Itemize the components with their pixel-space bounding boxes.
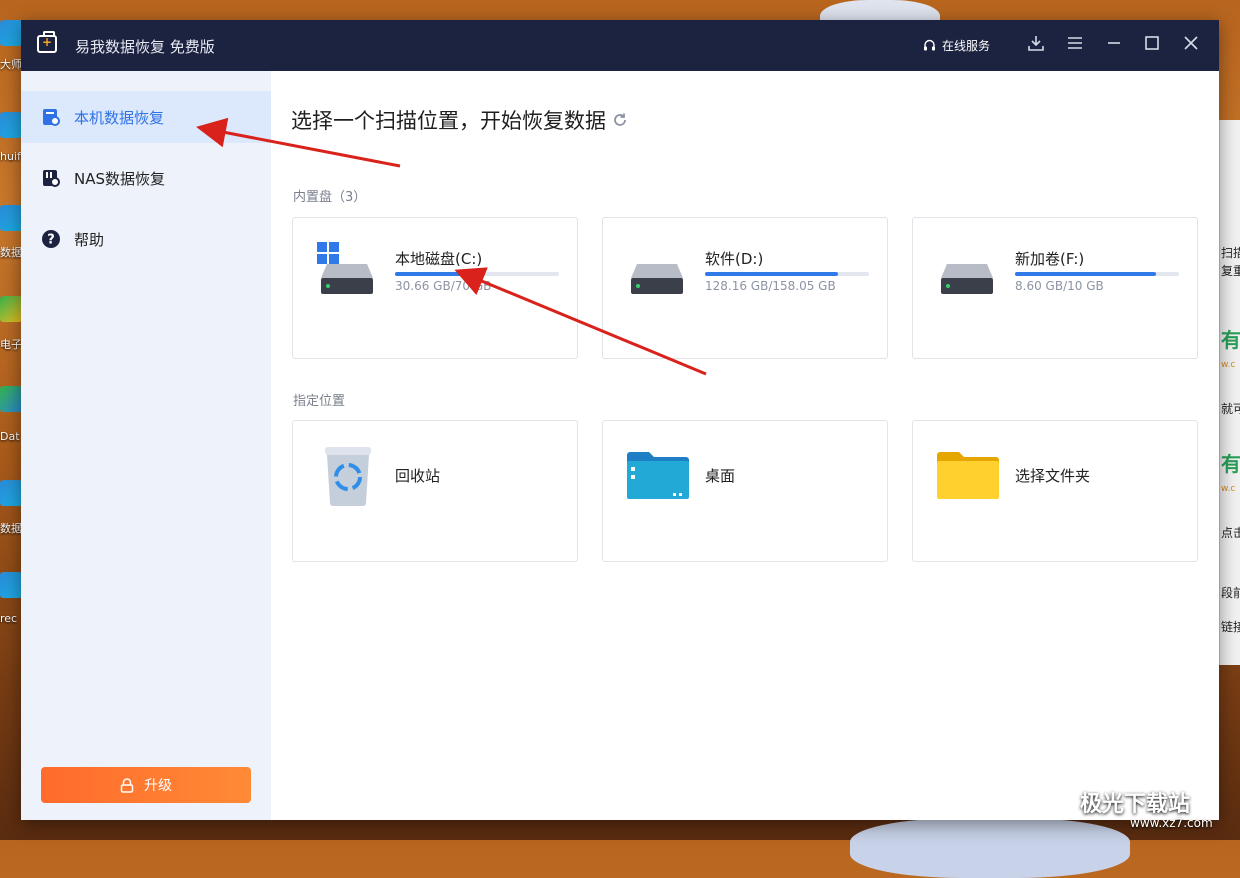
page-title: 选择一个扫描位置，开始恢复数据 — [291, 105, 628, 135]
desktop-app-icon[interactable] — [0, 572, 22, 598]
background-logo-glyph: 有 — [1221, 328, 1240, 352]
sidebar-item-help[interactable]: ? 帮助 — [21, 213, 271, 265]
main-content: 选择一个扫描位置，开始恢复数据 内置盘（3） 本地磁盘(C:) 30.66 GB… — [271, 71, 1219, 820]
desktop-icon-label: rec — [0, 612, 18, 625]
location-name: 桌面 — [705, 467, 736, 485]
hard-drive-icon — [941, 264, 993, 294]
background-text: 链接 — [1221, 620, 1240, 634]
location-name: 回收站 — [395, 467, 441, 485]
background-text: 复重 — [1221, 264, 1240, 278]
desktop-icon-label: 数据 专业 — [0, 246, 22, 259]
desktop-app-icon[interactable] — [0, 480, 22, 506]
sidebar-item-label: 本机数据恢复 — [74, 108, 165, 127]
app-logo-icon — [37, 31, 57, 53]
hard-drive-icon — [631, 264, 683, 294]
menu-icon[interactable] — [1064, 34, 1086, 56]
svg-text:?: ? — [47, 233, 55, 248]
desktop-icon-label: 大师 恢复软 — [0, 58, 22, 71]
windows-icon — [317, 242, 339, 264]
drive-usage-fill — [1015, 272, 1157, 276]
desktop-icon-label: Dat — [0, 430, 20, 443]
drive-usage-bar — [395, 272, 559, 276]
desktop-icons-column: 大师 恢复软 huifu 数据 专业 电子 恢复 Dat 数据 rec — [0, 0, 22, 840]
background-window-fragment: 扫描 复重 有 w.c 就可 有 w.c 点击 段前 链接 — [1219, 120, 1240, 665]
desktop-app-icon[interactable] — [0, 20, 22, 46]
background-text: 段前 — [1221, 586, 1240, 600]
watermark-url: www.xz7.com — [1130, 816, 1213, 830]
desktop-folder-icon — [627, 452, 689, 499]
drive-size: 128.16 GB/158.05 GB — [705, 279, 836, 293]
help-icon: ? — [42, 230, 60, 248]
close-icon[interactable] — [1180, 34, 1202, 56]
desktop-icon-label: 数据 — [0, 522, 22, 535]
online-service-label: 在线服务 — [942, 39, 991, 53]
sidebar-item-label: NAS数据恢复 — [74, 169, 166, 188]
desktop-app-icon[interactable] — [0, 386, 22, 412]
drive-name: 新加卷(F:) — [1015, 250, 1085, 268]
desktop-wallpaper-shape — [850, 818, 1130, 878]
drive-usage-bar — [705, 272, 869, 276]
recycle-bin-icon — [325, 447, 371, 506]
location-card-select-folder[interactable]: 选择文件夹 — [912, 420, 1198, 562]
drive-name: 本地磁盘(C:) — [395, 250, 483, 268]
drive-usage-fill — [395, 272, 467, 276]
download-icon[interactable] — [1025, 34, 1047, 56]
maximize-icon[interactable] — [1141, 34, 1163, 56]
watermark-brand: 极光下载站 — [1080, 792, 1191, 817]
background-text: 扫描 — [1221, 246, 1240, 260]
internal-disks-heading: 内置盘（3） — [293, 190, 367, 205]
location-card-desktop[interactable]: 桌面 — [602, 420, 888, 562]
hard-drive-icon — [321, 264, 373, 294]
app-window: 易我数据恢复 免费版 在线服务 本机数据恢复 NAS数据恢复 — [21, 20, 1219, 820]
drive-card-d[interactable]: 软件(D:) 128.16 GB/158.05 GB — [602, 217, 888, 359]
drive-usage-fill — [705, 272, 838, 276]
nas-icon — [43, 170, 60, 187]
upgrade-label: 升级 — [144, 777, 172, 793]
desktop-icon-label: huifu — [0, 150, 22, 163]
specified-location-heading: 指定位置 — [293, 394, 346, 409]
drive-card-f[interactable]: 新加卷(F:) 8.60 GB/10 GB — [912, 217, 1198, 359]
drive-size: 8.60 GB/10 GB — [1015, 279, 1104, 293]
sidebar-item-local-recovery[interactable]: 本机数据恢复 — [21, 91, 271, 143]
local-disk-icon — [43, 109, 60, 126]
lock-icon — [120, 777, 134, 793]
app-title: 易我数据恢复 免费版 — [75, 38, 215, 56]
drive-size: 30.66 GB/70 GB — [395, 279, 492, 293]
upgrade-button[interactable]: 升级 — [41, 767, 251, 803]
location-card-recycle-bin[interactable]: 回收站 — [292, 420, 578, 562]
background-logo-glyph: w.c — [1221, 484, 1236, 494]
sidebar: 本机数据恢复 NAS数据恢复 ? 帮助 升级 — [21, 71, 271, 820]
title-bar: 易我数据恢复 免费版 在线服务 — [21, 20, 1219, 71]
background-logo-glyph: w.c — [1221, 360, 1236, 370]
sidebar-item-label: 帮助 — [74, 230, 105, 249]
desktop-app-icon[interactable] — [0, 296, 22, 322]
desktop-app-icon[interactable] — [0, 112, 22, 138]
desktop-icon-label: 电子 恢复 — [0, 338, 22, 351]
drive-card-c[interactable]: 本地磁盘(C:) 30.66 GB/70 GB — [292, 217, 578, 359]
location-name: 选择文件夹 — [1015, 467, 1091, 485]
page-title-text: 选择一个扫描位置，开始恢复数据 — [291, 109, 606, 133]
drive-name: 软件(D:) — [705, 250, 764, 268]
online-service-button[interactable]: 在线服务 — [923, 37, 990, 54]
background-text: 就可 — [1221, 402, 1240, 416]
folder-icon — [937, 452, 999, 499]
desktop-app-icon[interactable] — [0, 205, 22, 231]
background-logo-glyph: 有 — [1221, 452, 1240, 476]
sidebar-item-nas-recovery[interactable]: NAS数据恢复 — [21, 152, 271, 204]
background-text: 点击 — [1221, 526, 1240, 540]
headset-icon — [924, 39, 935, 50]
drive-usage-bar — [1015, 272, 1179, 276]
minimize-icon[interactable] — [1103, 34, 1125, 56]
refresh-icon[interactable] — [612, 112, 628, 128]
